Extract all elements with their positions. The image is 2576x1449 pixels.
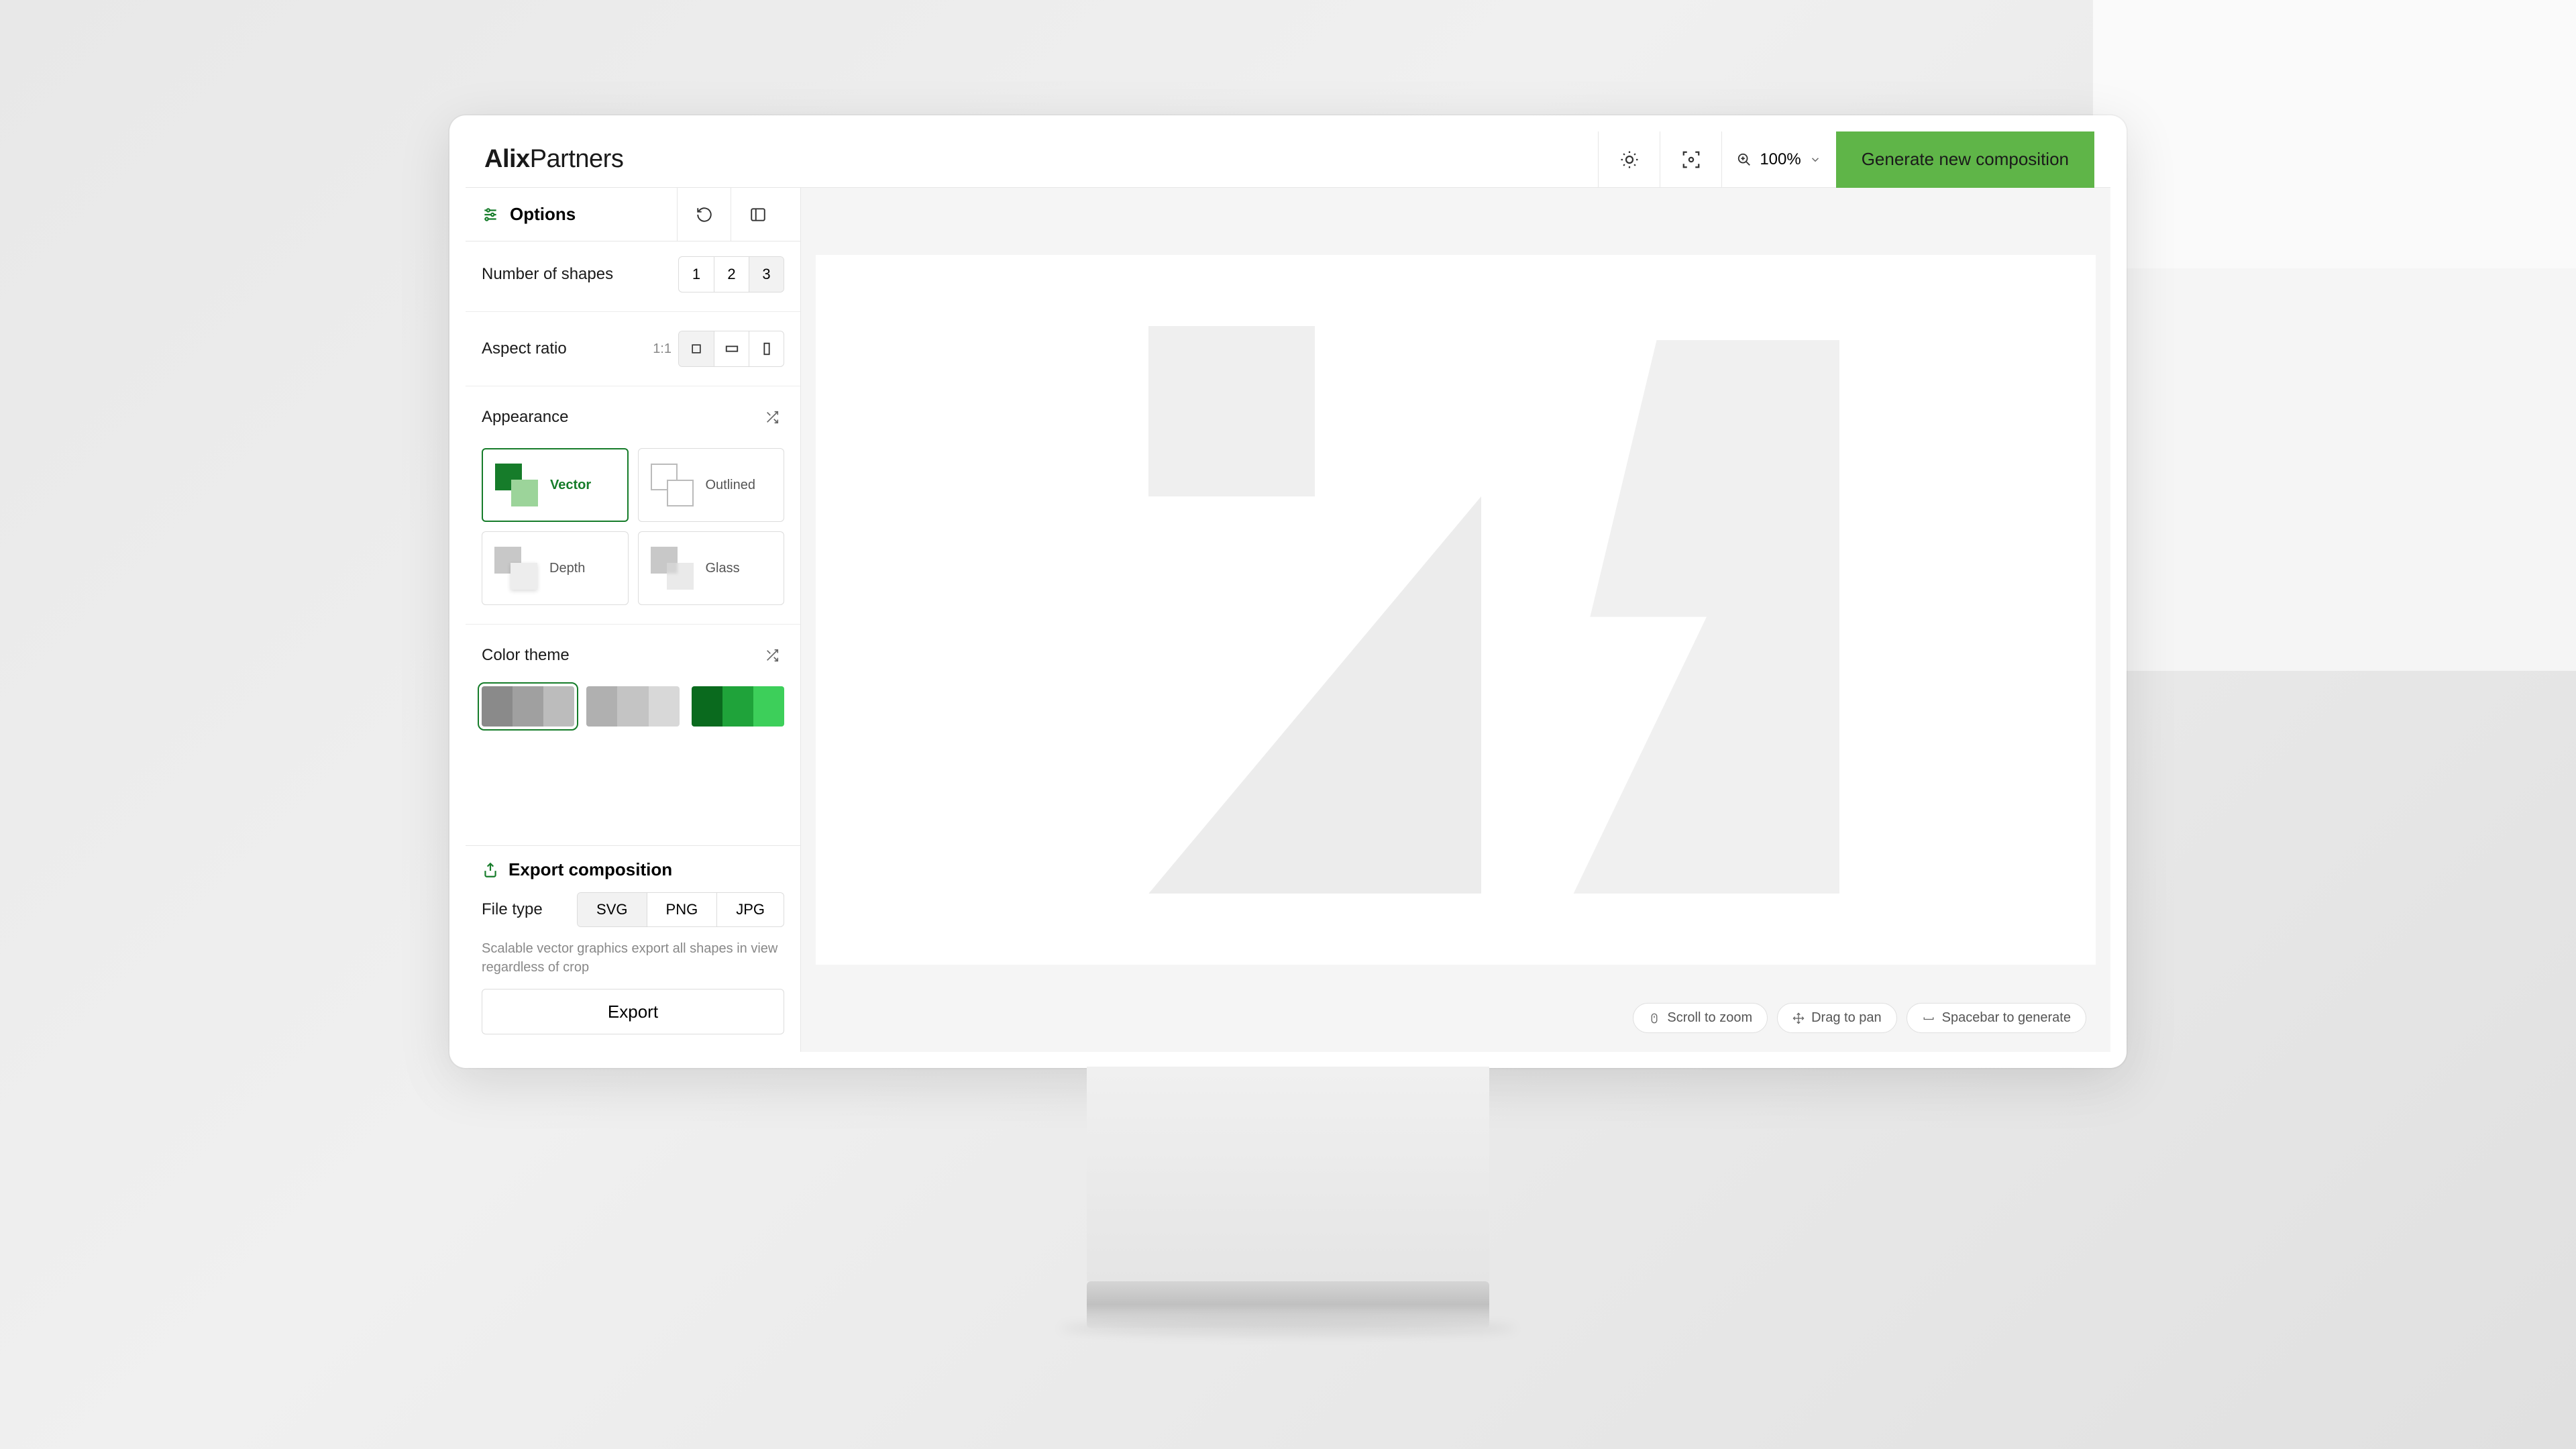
color-theme-1[interactable] (586, 686, 679, 727)
app-window: AlixPartners 100% Generate new compositi… (466, 131, 2110, 1052)
brand-logo: AlixPartners (484, 145, 623, 174)
export-description: Scalable vector graphics export all shap… (482, 939, 784, 977)
sliders-icon (482, 206, 499, 223)
chevron-down-icon (1809, 154, 1821, 166)
hint-drag: Drag to pan (1777, 1003, 1897, 1033)
generate-button[interactable]: Generate new composition (1836, 131, 2094, 188)
color-theme-0[interactable] (482, 686, 574, 727)
aspect-portrait[interactable] (749, 331, 784, 366)
shapes-control: Number of shapes 123 (482, 256, 784, 292)
reset-button[interactable] (677, 188, 731, 241)
spacebar-icon (1922, 1012, 1935, 1024)
appearance-label: Appearance (482, 408, 568, 427)
magnifier-icon (1737, 152, 1752, 167)
landscape-icon (724, 341, 739, 356)
aspect-control: Aspect ratio 1:1 (482, 331, 784, 367)
appearance-swatch (494, 547, 537, 590)
hint-scroll: Scroll to zoom (1633, 1003, 1768, 1033)
shape-polygon (1507, 340, 1839, 894)
appearance-swatch (651, 464, 694, 506)
export-header: Export composition (482, 859, 784, 880)
options-title: Options (510, 204, 576, 225)
rotate-icon (696, 206, 713, 223)
color-theme-header: Color theme (482, 643, 784, 667)
shapes-label: Number of shapes (482, 265, 613, 284)
aspect-hint: 1:1 (653, 341, 672, 357)
topbar: AlixPartners 100% Generate new compositi… (466, 131, 2110, 188)
panel-icon (749, 206, 767, 223)
composition-canvas (816, 255, 2096, 965)
color-theme-label: Color theme (482, 646, 570, 665)
export-button[interactable]: Export (482, 989, 784, 1034)
appearance-shuffle[interactable] (760, 405, 784, 429)
square-icon (690, 342, 703, 356)
appearance-grid: Vector Outlined Depth Glass (482, 448, 784, 605)
zoom-control[interactable]: 100% (1721, 131, 1835, 188)
shuffle-icon (765, 410, 780, 425)
export-icon (482, 861, 499, 879)
appearance-header: Appearance (482, 405, 784, 429)
mouse-icon (1648, 1012, 1660, 1024)
monitor-stand (1087, 1067, 1489, 1281)
appearance-label: Outlined (706, 478, 756, 493)
appearance-label: Glass (706, 561, 740, 576)
shapes-option-2[interactable]: 2 (714, 257, 749, 292)
shapes-option-1[interactable]: 1 (679, 257, 714, 292)
appearance-glass[interactable]: Glass (638, 531, 785, 605)
shuffle-icon (765, 648, 780, 663)
file-type-segmented: SVGPNGJPG (577, 892, 784, 927)
appearance-depth[interactable]: Depth (482, 531, 629, 605)
shapes-segmented: 123 (678, 256, 784, 292)
hint-spacebar: Spacebar to generate (1907, 1003, 2086, 1033)
sun-icon (1619, 150, 1640, 170)
shape-rectangle (1148, 326, 1315, 496)
canvas-hints: Scroll to zoom Drag to pan Spacebar to g… (1633, 1003, 2086, 1033)
export-panel: Export composition File type SVGPNGJPG S… (466, 845, 800, 1052)
monitor-frame: AlixPartners 100% Generate new compositi… (449, 115, 2127, 1068)
color-theme-shuffle[interactable] (760, 643, 784, 667)
appearance-swatch (651, 547, 694, 590)
appearance-vector[interactable]: Vector (482, 448, 629, 522)
options-sidebar: Options Number of shapes 123 (466, 188, 801, 1052)
zoom-level: 100% (1760, 150, 1801, 169)
theme-toggle-button[interactable] (1598, 131, 1660, 188)
file-type-control: File type SVGPNGJPG (482, 892, 784, 927)
aspect-landscape[interactable] (714, 331, 749, 366)
appearance-label: Depth (549, 561, 585, 576)
appearance-outlined[interactable]: Outlined (638, 448, 785, 522)
appearance-swatch (495, 464, 538, 506)
aspect-square[interactable] (679, 331, 714, 366)
color-theme-2[interactable] (692, 686, 784, 727)
file-type-label: File type (482, 900, 543, 919)
background-decoration (2093, 0, 2576, 268)
sidebar-header: Options (466, 188, 800, 241)
monitor-base (1087, 1281, 1489, 1328)
file-type-svg[interactable]: SVG (578, 893, 646, 926)
shapes-option-3[interactable]: 3 (749, 257, 784, 292)
file-type-jpg[interactable]: JPG (716, 893, 784, 926)
main-area: Options Number of shapes 123 (466, 188, 2110, 1052)
focus-icon (1681, 150, 1701, 170)
portrait-icon (759, 341, 774, 356)
canvas-area[interactable]: Scroll to zoom Drag to pan Spacebar to g… (801, 188, 2110, 1052)
appearance-label: Vector (550, 478, 591, 493)
aspect-segmented (678, 331, 784, 367)
move-icon (1792, 1012, 1805, 1024)
recenter-button[interactable] (1660, 131, 1721, 188)
shape-triangle (1148, 496, 1481, 894)
aspect-label: Aspect ratio (482, 339, 567, 358)
file-type-png[interactable]: PNG (647, 893, 717, 926)
collapse-sidebar-button[interactable] (731, 188, 784, 241)
color-themes (482, 686, 784, 727)
